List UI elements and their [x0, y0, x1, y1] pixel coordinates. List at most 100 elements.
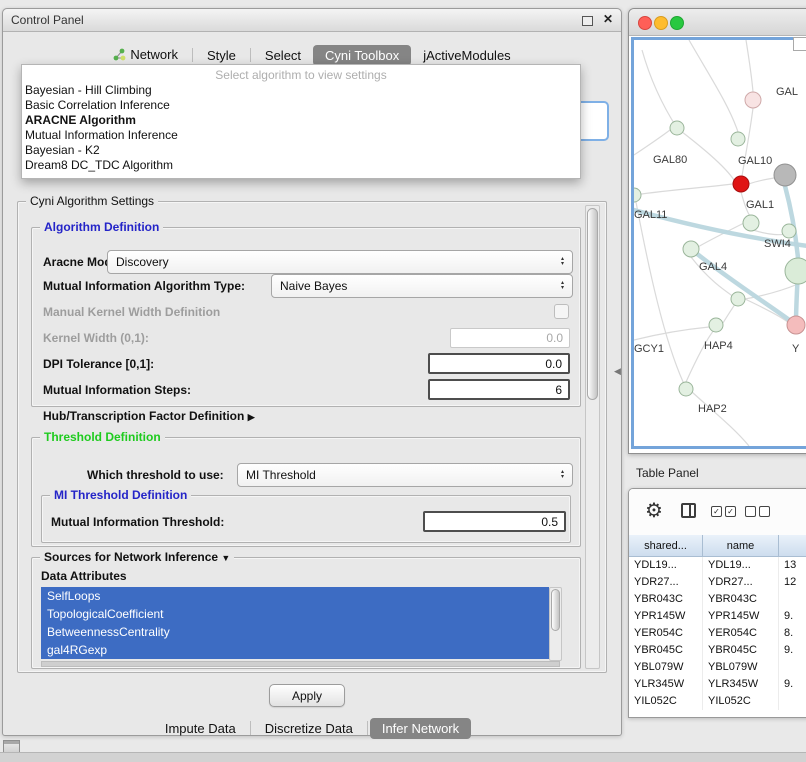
- edge: [746, 40, 753, 92]
- column-header[interactable]: shared...: [629, 535, 703, 557]
- list-item[interactable]: BetweennessCentrality: [41, 623, 549, 641]
- tab-select[interactable]: Select: [253, 45, 313, 66]
- kernel-width-field[interactable]: 0.0: [450, 328, 570, 348]
- dropdown-item[interactable]: Mutual Information Inference: [22, 128, 580, 143]
- table-row[interactable]: YDR27...YDR27...12: [629, 574, 806, 591]
- table-row[interactable]: YER054CYER054C8.: [629, 625, 806, 642]
- dropdown-item[interactable]: Dream8 DC_TDC Algorithm: [22, 158, 580, 173]
- kernel-width-label: Kernel Width (0,1):: [43, 331, 149, 345]
- tab-cyni-toolbox[interactable]: Cyni Toolbox: [313, 45, 411, 66]
- deselect-all-columns-icon[interactable]: [745, 506, 770, 517]
- gear-icon[interactable]: ⚙: [645, 498, 663, 523]
- network-icon: [113, 48, 126, 64]
- scrollbar-thumb[interactable]: [551, 589, 560, 631]
- edge: [749, 178, 774, 184]
- aracne-mode-combo[interactable]: Discovery ▴▾: [107, 250, 573, 274]
- list-item[interactable]: TopologicalCoefficient: [41, 605, 549, 623]
- network-window-titlebar[interactable]: [629, 9, 806, 36]
- tab-jactivemodules[interactable]: jActiveModules: [411, 45, 522, 66]
- node-selected-red[interactable]: [733, 176, 749, 192]
- edge: [642, 50, 677, 128]
- node-gal10-neighbor[interactable]: [774, 164, 796, 186]
- sources-toggle[interactable]: Sources for Network Inference ▼: [40, 550, 234, 564]
- chevron-up-down-icon: ▴▾: [556, 275, 569, 297]
- hub-section-toggle[interactable]: Hub/Transcription Factor Definition ▶: [43, 409, 255, 423]
- bottom-tab-bar: Impute Data Discretize Data Infer Networ…: [3, 715, 621, 741]
- attribute-list-hscrollbar[interactable]: [41, 661, 560, 667]
- float-window-icon[interactable]: [582, 16, 593, 26]
- table-row[interactable]: YDL19...YDL19...13: [629, 557, 806, 574]
- node[interactable]: [731, 132, 745, 146]
- node[interactable]: [670, 121, 684, 135]
- node-label: HAP2: [698, 403, 727, 415]
- network-view-window: GAL80 GAL10 GAL11 GAL1 SWI4 GAL4 GCY1 HA…: [628, 8, 806, 454]
- collapse-right-icon: ▶: [248, 412, 255, 422]
- algorithm-dropdown-popup: Select algorithm to view settings Bayesi…: [21, 64, 581, 179]
- tab-style[interactable]: Style: [195, 45, 248, 66]
- table-panel-title: Table Panel: [636, 466, 699, 480]
- table-row[interactable]: YBR043CYBR043C: [629, 591, 806, 608]
- node[interactable]: [679, 382, 693, 396]
- close-icon[interactable]: ✕: [603, 12, 613, 26]
- zoom-traffic-light[interactable]: [670, 16, 684, 30]
- panel-divider-handle[interactable]: ◀: [614, 366, 621, 377]
- minimize-traffic-light[interactable]: [654, 16, 668, 30]
- attribute-list-scrollbar[interactable]: [549, 587, 562, 661]
- network-scrollbar-corner: [793, 37, 806, 51]
- node-label: GAL4: [699, 261, 727, 273]
- tab-infer-network[interactable]: Infer Network: [370, 718, 471, 739]
- node-hap4[interactable]: [709, 318, 723, 332]
- select-all-columns-icon[interactable]: ✓✓: [711, 506, 736, 517]
- bottom-status-strip: [0, 752, 806, 762]
- node-label: Y: [792, 343, 800, 355]
- tab-discretize-data[interactable]: Discretize Data: [253, 718, 365, 739]
- node[interactable]: [745, 92, 761, 108]
- column-header[interactable]: name: [703, 535, 779, 557]
- settings-scrollbar[interactable]: [585, 205, 600, 669]
- scrollbar-thumb[interactable]: [587, 208, 598, 400]
- table-body: YDL19...YDL19...13 YDR27...YDR27...12 YB…: [629, 557, 806, 717]
- dpi-tolerance-field[interactable]: 0.0: [428, 353, 570, 374]
- mi-threshold-field[interactable]: 0.5: [423, 511, 566, 532]
- node-label: GAL11: [634, 209, 667, 221]
- group-title: Threshold Definition: [40, 430, 165, 444]
- which-threshold-combo[interactable]: MI Threshold ▴▾: [237, 463, 573, 487]
- dropdown-item-selected[interactable]: ARACNE Algorithm: [22, 113, 580, 128]
- node[interactable]: [634, 188, 641, 202]
- dropdown-placeholder: Select algorithm to view settings: [22, 67, 580, 83]
- apply-button[interactable]: Apply: [269, 684, 345, 707]
- network-canvas[interactable]: GAL80 GAL10 GAL11 GAL1 SWI4 GAL4 GCY1 HA…: [631, 37, 806, 449]
- dropdown-item[interactable]: Bayesian - K2: [22, 143, 580, 158]
- mi-type-label: Mutual Information Algorithm Type:: [43, 279, 245, 293]
- control-panel-titlebar[interactable]: Control Panel ✕: [3, 9, 621, 32]
- node-gal4[interactable]: [683, 241, 699, 257]
- manual-kernel-label: Manual Kernel Width Definition: [43, 305, 220, 319]
- mi-type-combo[interactable]: Naive Bayes ▴▾: [271, 274, 573, 298]
- close-traffic-light[interactable]: [638, 16, 652, 30]
- node-swi4[interactable]: [782, 224, 796, 238]
- combo-value: MI Threshold: [246, 468, 316, 482]
- tab-impute-data[interactable]: Impute Data: [153, 718, 248, 739]
- table-row[interactable]: YLR345WYLR345W9.: [629, 676, 806, 693]
- edge: [636, 202, 684, 384]
- table-row[interactable]: YBL079WYBL079W: [629, 659, 806, 676]
- table-row[interactable]: YIL052CYIL052C: [629, 693, 806, 710]
- chevron-up-down-icon: ▴▾: [556, 464, 569, 486]
- manual-kernel-checkbox[interactable]: [554, 304, 569, 319]
- column-header[interactable]: [779, 535, 806, 557]
- node[interactable]: [787, 316, 805, 334]
- group-title: Algorithm Definition: [40, 220, 163, 234]
- dropdown-item[interactable]: Bayesian - Hill Climbing: [22, 83, 580, 98]
- list-item[interactable]: SelfLoops: [41, 587, 549, 605]
- columns-icon[interactable]: [681, 503, 696, 518]
- node-gal1[interactable]: [743, 215, 759, 231]
- list-item[interactable]: gal4RGexp: [41, 641, 549, 659]
- table-row[interactable]: YPR145WYPR145W9.: [629, 608, 806, 625]
- mi-steps-field[interactable]: 6: [428, 379, 570, 400]
- node[interactable]: [785, 258, 806, 284]
- node-label: GAL80: [653, 154, 687, 166]
- table-row[interactable]: YBR045CYBR045C9.: [629, 642, 806, 659]
- node[interactable]: [731, 292, 745, 306]
- node-label: SWI4: [764, 238, 791, 250]
- dropdown-item[interactable]: Basic Correlation Inference: [22, 98, 580, 113]
